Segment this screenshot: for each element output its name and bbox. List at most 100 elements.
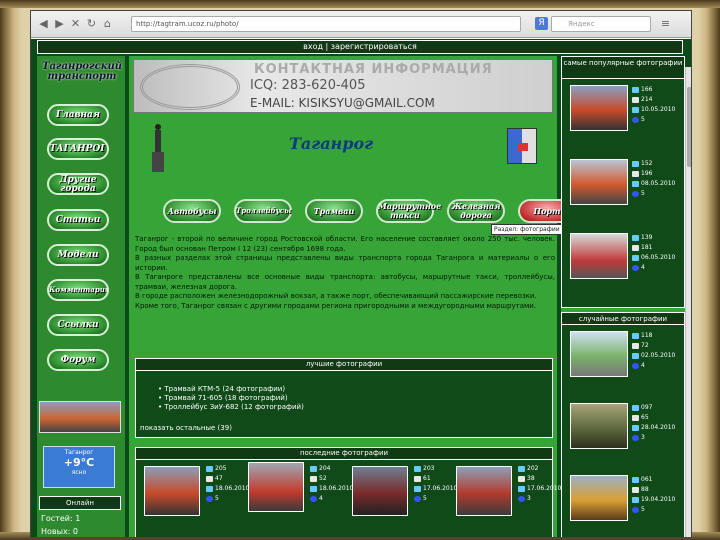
photo-date: 18.06.2010 (319, 485, 354, 492)
calendar-icon (632, 352, 639, 359)
best-photo-link[interactable]: Трамвай 71-605 (18 фотографий) (158, 394, 552, 403)
photo-meta: 152 196 08.05.2010 5 (632, 159, 675, 199)
search-input[interactable]: Яндекс (551, 16, 651, 32)
forward-icon[interactable]: ▶ (53, 17, 66, 30)
page: вход | зарегистрироваться Таганрогский т… (31, 39, 691, 537)
photo-id: 202 (527, 465, 539, 472)
search-engine-icon[interactable]: Я (535, 17, 548, 30)
photo-thumbnail[interactable] (570, 159, 628, 205)
photo-meta: 097 65 28.04.2010 3 (632, 403, 675, 443)
home-icon[interactable]: ⌂ (101, 17, 114, 30)
nav-other-cities[interactable]: Другие города (47, 173, 109, 195)
views-icon (632, 96, 639, 103)
recent-photos-box: последние фотографии 205 47 18.06.2010 5… (135, 447, 561, 537)
banner-email[interactable]: E-MAIL: KISIKSYU@GMAIL.COM (250, 96, 435, 110)
photo-thumbnail[interactable] (248, 462, 304, 512)
photo-icon (310, 465, 317, 472)
online-guests: Гостей: 1 (41, 514, 81, 523)
photo-thumbnail[interactable] (570, 233, 628, 279)
views-icon (632, 486, 639, 493)
best-photo-link[interactable]: Троллейбус ЗиУ-682 (12 фотографий) (158, 403, 552, 412)
nav-taganrog[interactable]: ТАГАНРОГ (47, 138, 109, 160)
views-icon (518, 475, 525, 482)
frame-top (0, 0, 720, 8)
photo-icon (518, 465, 525, 472)
nav-links[interactable]: Ссылки (47, 314, 109, 336)
best-photo-link[interactable]: Трамвай КТМ-5 (24 фотографии) (158, 385, 552, 394)
nav-models[interactable]: Модели (47, 244, 109, 266)
photo-rating: 3 (527, 495, 531, 502)
menu-icon[interactable]: ≡ (659, 17, 672, 30)
page-scrollbar[interactable] (685, 67, 691, 537)
views-icon (310, 475, 317, 482)
photo-thumbnail[interactable] (570, 85, 628, 131)
site-logo[interactable]: Таганрогский транспорт (41, 62, 123, 82)
reload-icon[interactable]: ↻ (85, 17, 98, 30)
photo-views: 181 (641, 244, 653, 251)
photo-views: 61 (423, 475, 431, 482)
banner-title: КОНТАКТНАЯ ИНФОРМАЦИЯ (254, 62, 493, 77)
calendar-icon (632, 254, 639, 261)
calendar-icon (414, 485, 421, 492)
desc-paragraph: Таганрог - второй по величине город Рост… (135, 235, 555, 253)
left-sidebar: Таганрогский транспорт Главная ТАГАНРОГ … (37, 56, 125, 537)
calendar-icon (206, 485, 213, 492)
photo-thumbnail[interactable] (144, 466, 200, 516)
photo-meta: 203 61 17.06.2010 5 (414, 464, 457, 504)
photo-id: 118 (641, 332, 653, 339)
tab-buses[interactable]: Автобусы (163, 199, 221, 223)
browser-toolbar: ◀ ▶ ✕ ↻ ⌂ http://tagtram.ucoz.ru/photo/ … (31, 11, 691, 38)
banner-icq: ICQ: 283-620-405 (250, 78, 366, 93)
photo-thumbnail[interactable] (570, 331, 628, 377)
photo-date: 19.04.2010 (641, 496, 676, 503)
photo-date: 10.05.2010 (641, 106, 676, 113)
online-new: Новых: 0 (41, 527, 79, 536)
photo-thumbnail[interactable] (570, 475, 628, 521)
address-bar[interactable]: http://tagtram.ucoz.ru/photo/ (131, 16, 521, 32)
photo-icon (632, 476, 639, 483)
desc-paragraph: В разных разделах этой страницы представ… (135, 254, 555, 272)
tab-railway[interactable]: Железная дорога (447, 199, 505, 223)
nav-home[interactable]: Главная (47, 104, 109, 126)
tab-trams[interactable]: Трамваи (305, 199, 363, 223)
photo-id: 061 (641, 476, 653, 483)
photo-icon (414, 465, 421, 472)
photo-id: 139 (641, 234, 653, 241)
random-photos-title: случайные фотографии (562, 313, 684, 325)
weather-widget[interactable]: Таганрог +9°C ясно (43, 446, 115, 488)
photo-date: 06.05.2010 (641, 254, 676, 261)
close-icon[interactable]: ✕ (69, 17, 82, 30)
random-photo-row: 061 88 19.04.2010 5 (562, 471, 686, 527)
random-photo-row: 118 72 02.05.2010 4 (562, 327, 686, 383)
login-bar[interactable]: вход | зарегистрироваться (37, 40, 683, 54)
back-icon[interactable]: ◀ (37, 17, 50, 30)
photo-thumbnail[interactable] (456, 466, 512, 516)
views-icon (632, 244, 639, 251)
tab-trolleybuses[interactable]: Троллейбусы (234, 199, 292, 223)
tab-shuttle-taxi[interactable]: Маршрутное такси (376, 199, 441, 223)
photo-icon (632, 234, 639, 241)
nav-forum[interactable]: Форум (47, 349, 109, 371)
photo-id: 166 (641, 86, 653, 93)
coat-of-arms (507, 128, 537, 164)
rating-icon (632, 434, 639, 441)
views-icon (414, 475, 421, 482)
show-more-link[interactable]: показать остальные (39) (136, 412, 552, 432)
calendar-icon (518, 485, 525, 492)
photo-date: 18.06.2010 (215, 485, 250, 492)
nav-comments[interactable]: Комментарии (47, 279, 109, 301)
popular-photos-title: самые популярные фотографии (562, 57, 684, 79)
city-title: Таганрог (289, 134, 374, 153)
calendar-icon (310, 485, 317, 492)
photo-id: 203 (423, 465, 435, 472)
scrollbar-thumb[interactable] (687, 87, 691, 167)
nav-articles[interactable]: Статьи (47, 209, 109, 231)
recent-photos-title: последние фотографии (136, 448, 552, 460)
photo-views: 38 (527, 475, 535, 482)
photo-rating: 5 (641, 506, 645, 513)
banner-ornament (140, 64, 240, 110)
photo-thumbnail[interactable] (352, 466, 408, 516)
photo-rating: 5 (641, 190, 645, 197)
calendar-icon (632, 106, 639, 113)
photo-thumbnail[interactable] (570, 403, 628, 449)
